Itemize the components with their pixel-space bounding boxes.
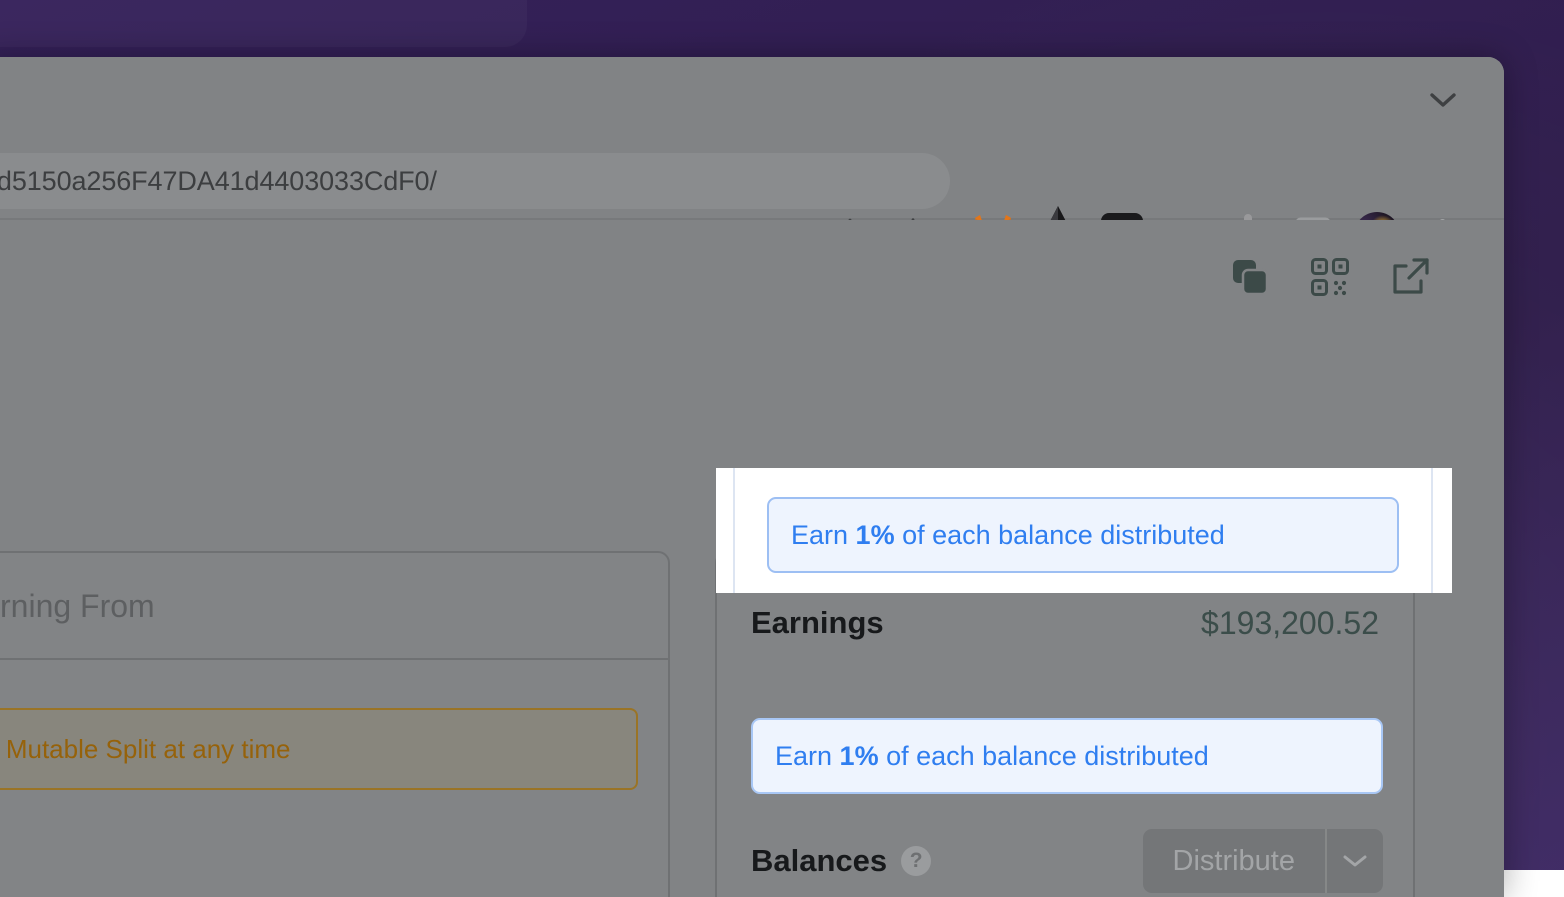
- card-divider: [0, 658, 668, 660]
- open-external-icon[interactable]: [1388, 255, 1432, 299]
- earn-fee-callout: Earn 1% of each balance distributed: [751, 718, 1383, 794]
- balances-label: Balances: [751, 843, 887, 879]
- qr-code-icon[interactable]: [1308, 255, 1352, 299]
- earn-fee-callout-text: Earn 1% of each balance distributed: [775, 741, 1209, 772]
- copy-address-icon[interactable]: [1228, 255, 1272, 299]
- balances-label-group: Balances ?: [751, 843, 931, 879]
- browser-toolbar: 3d5150a256F47DA41d4403033CdF0/: [0, 142, 1504, 220]
- earning-from-card: rning From ge this Mutable Split at any …: [0, 551, 670, 897]
- page-action-icons: [1228, 255, 1432, 299]
- browser-tab-strip: [0, 57, 1504, 142]
- background-window-ghost: [0, 0, 527, 47]
- help-question-icon[interactable]: ?: [901, 846, 931, 876]
- balances-header-row: Balances ? Distribute: [717, 823, 1413, 897]
- earnings-label: Earnings: [751, 605, 884, 641]
- mutable-split-warning-text: ge this Mutable Split at any time: [0, 734, 291, 765]
- distribute-button[interactable]: Distribute: [1143, 829, 1326, 893]
- mutable-split-warning: ge this Mutable Split at any time: [0, 708, 638, 790]
- earnings-card: Earnings $193,200.52 Earn 1% of each bal…: [715, 551, 1415, 897]
- page-title: rning From: [0, 588, 155, 625]
- distribute-label: Distribute: [1173, 845, 1296, 878]
- distribute-dropdown-chevron-down-icon[interactable]: [1325, 829, 1383, 893]
- distribute-split-button: Distribute: [1143, 829, 1384, 893]
- browser-window: 3d5150a256F47DA41d4403033CdF0/ 26.2: [0, 57, 1504, 897]
- earnings-header-row: Earnings $193,200.52: [717, 553, 1413, 693]
- url-text: 3d5150a256F47DA41d4403033CdF0/: [0, 166, 437, 197]
- chevron-down-icon[interactable]: [1426, 83, 1460, 117]
- address-bar[interactable]: 3d5150a256F47DA41d4403033CdF0/: [0, 153, 950, 209]
- earnings-amount: $193,200.52: [1201, 605, 1379, 642]
- page-viewport: rning From ge this Mutable Split at any …: [0, 220, 1504, 897]
